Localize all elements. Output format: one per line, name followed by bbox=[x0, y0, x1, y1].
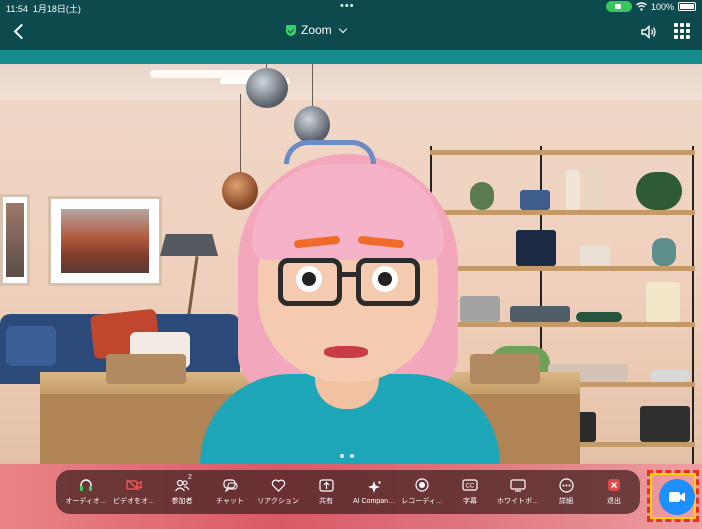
participants-label: 参加者 bbox=[171, 498, 193, 505]
avatar-glasses bbox=[278, 258, 342, 306]
reactions-label: リアクション bbox=[257, 498, 299, 505]
camera-in-use-icon bbox=[605, 1, 632, 12]
share-icon bbox=[317, 478, 335, 492]
video-camera-icon bbox=[669, 492, 685, 502]
pendant-lamp bbox=[246, 68, 288, 108]
sparkle-icon bbox=[365, 480, 383, 494]
video-camera-floating-button[interactable] bbox=[659, 479, 695, 515]
record-label: レコーディ… bbox=[401, 498, 443, 505]
headphones-icon bbox=[77, 478, 95, 492]
ai-companion-button[interactable]: AI Compan… bbox=[350, 480, 398, 505]
chat-button[interactable]: チャット bbox=[206, 478, 254, 506]
video-off-icon bbox=[125, 478, 143, 492]
more-icon bbox=[557, 477, 575, 493]
audio-label: オーディオ… bbox=[65, 498, 107, 505]
captions-button[interactable]: CC 字幕 bbox=[446, 478, 494, 506]
whiteboard-icon bbox=[509, 478, 527, 492]
video-feed[interactable] bbox=[0, 64, 702, 464]
leave-button[interactable]: 退出 bbox=[590, 478, 638, 506]
chevron-down-icon bbox=[338, 24, 347, 33]
share-label: 共有 bbox=[319, 498, 333, 505]
more-label: 詳細 bbox=[559, 498, 573, 505]
top-navigation-bar: Zoom bbox=[0, 14, 702, 50]
record-button[interactable]: レコーディ… bbox=[398, 478, 446, 506]
room-ceiling bbox=[0, 64, 702, 100]
wifi-icon bbox=[636, 2, 647, 11]
pillow bbox=[6, 326, 56, 366]
participants-button[interactable]: 2 参加者 bbox=[158, 474, 206, 506]
header-accent-strip bbox=[0, 50, 702, 64]
zoom-meeting-screen: 11:54 1月18日(土) ••• 100% Zoom オーディオ… ビデオを… bbox=[0, 0, 702, 529]
heart-icon bbox=[269, 478, 287, 492]
shield-check-icon bbox=[286, 24, 296, 36]
battery-icon bbox=[678, 2, 696, 11]
video-label: ビデオをオ… bbox=[113, 498, 155, 505]
back-button[interactable] bbox=[10, 20, 30, 44]
meeting-title: Zoom bbox=[301, 23, 332, 37]
chat-label: チャット bbox=[216, 498, 244, 505]
wall-picture-left bbox=[0, 194, 30, 286]
whiteboard-label: ホワイトボ… bbox=[497, 498, 539, 505]
captions-icon: CC bbox=[461, 478, 479, 492]
avatar-headband bbox=[284, 140, 376, 164]
audio-button[interactable]: オーディオ… bbox=[62, 478, 110, 506]
video-button[interactable]: ビデオをオ… bbox=[110, 478, 158, 506]
user-avatar bbox=[200, 134, 500, 464]
gallery-view-button[interactable] bbox=[674, 23, 690, 39]
whiteboard-button[interactable]: ホワイトボ… bbox=[494, 478, 542, 506]
meeting-toolbar: オーディオ… ビデオをオ… 2 参加者 チャット リアクション 共有 AI Co… bbox=[56, 470, 640, 514]
chat-icon bbox=[221, 478, 239, 492]
multitasking-dots[interactable]: ••• bbox=[340, 0, 355, 12]
participants-count-badge: 2 bbox=[188, 474, 192, 481]
record-icon bbox=[413, 478, 431, 492]
reactions-button[interactable]: リアクション bbox=[254, 478, 302, 506]
chair bbox=[106, 354, 186, 384]
pendant-wire bbox=[312, 64, 313, 108]
captions-label: 字幕 bbox=[463, 498, 477, 505]
speaker-button[interactable] bbox=[640, 23, 658, 41]
page-indicator[interactable] bbox=[340, 454, 354, 458]
ai-companion-label: AI Compan… bbox=[352, 497, 396, 505]
meeting-title-button[interactable]: Zoom bbox=[286, 23, 347, 37]
status-right: 100% bbox=[605, 1, 696, 12]
svg-text:CC: CC bbox=[466, 484, 475, 490]
leave-icon bbox=[605, 478, 623, 492]
status-bar: 11:54 1月18日(土) ••• 100% bbox=[0, 0, 702, 14]
speaker-icon bbox=[641, 24, 656, 40]
wall-picture bbox=[48, 196, 162, 286]
leave-label: 退出 bbox=[607, 498, 621, 505]
share-button[interactable]: 共有 bbox=[302, 478, 350, 506]
avatar-mouth bbox=[324, 346, 368, 358]
more-button[interactable]: 詳細 bbox=[542, 477, 590, 506]
battery-percent: 100% bbox=[650, 1, 674, 12]
